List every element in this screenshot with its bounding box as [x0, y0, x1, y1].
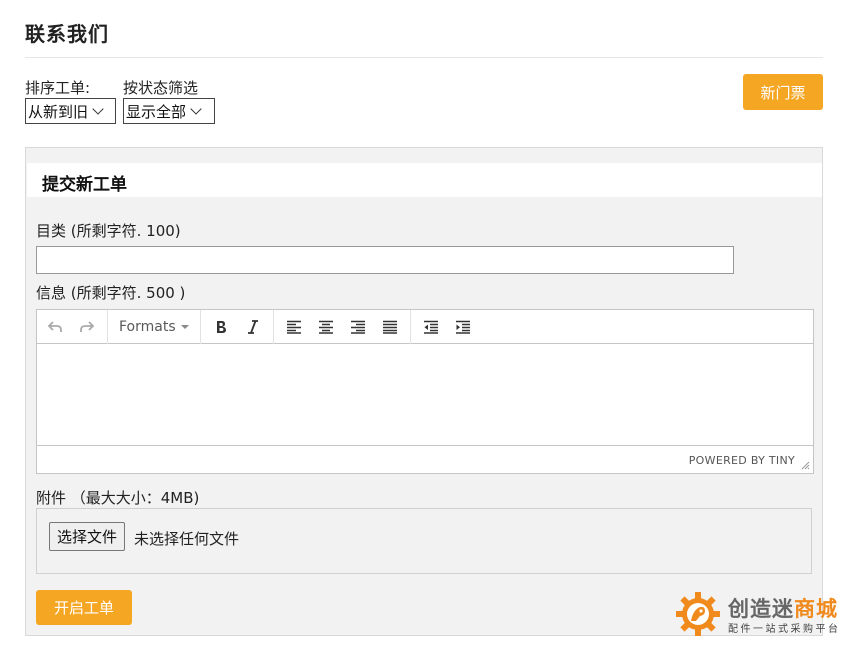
gear-logo-icon [676, 592, 720, 636]
status-select-value: 显示全部 [126, 102, 187, 121]
rich-text-editor: Formats POWERED BY TINY [36, 309, 814, 474]
align-right-icon [350, 320, 365, 334]
file-status-text: 未选择任何文件 [134, 530, 240, 548]
align-justify-button[interactable] [374, 313, 406, 341]
status-filter-label: 按状态筛选 [123, 79, 199, 97]
new-ticket-button[interactable]: 新门票 [743, 74, 823, 110]
sort-select[interactable]: 从新到旧 [25, 98, 116, 124]
align-left-button[interactable] [278, 313, 310, 341]
italic-icon [247, 319, 258, 334]
watermark-name: 创造迷商城 [728, 597, 838, 621]
italic-button[interactable] [237, 313, 269, 341]
formats-dropdown[interactable]: Formats [114, 319, 194, 335]
editor-content-area[interactable] [37, 345, 813, 445]
panel-header: 提交新工单 [27, 163, 822, 197]
align-right-button[interactable] [342, 313, 374, 341]
powered-by-tiny-link[interactable]: POWERED BY TINY [689, 454, 795, 467]
watermark-logo: 创造迷商城 配件一站式采购平台 [674, 590, 844, 640]
message-label: 信息 (所剩字符. 500 ) [36, 284, 186, 302]
formats-label: Formats [119, 318, 176, 335]
page-title: 联系我们 [25, 22, 109, 46]
bold-icon [216, 320, 226, 333]
outdent-button[interactable] [415, 313, 447, 341]
open-ticket-button[interactable]: 开启工单 [36, 590, 132, 625]
redo-icon [80, 320, 95, 332]
outdent-icon [423, 320, 438, 334]
chevron-down-icon [92, 103, 104, 115]
chevron-down-icon [190, 103, 202, 115]
editor-statusbar: POWERED BY TINY [37, 445, 813, 473]
status-filter-select[interactable]: 显示全部 [123, 98, 215, 124]
editor-toolbar: Formats [37, 309, 813, 344]
align-left-icon [286, 320, 301, 334]
resize-handle-icon[interactable] [801, 461, 810, 470]
sort-label: 排序工单: [25, 79, 91, 97]
subject-label: 目类 (所剩字符. 100) [36, 222, 181, 240]
align-center-icon [318, 320, 333, 334]
indent-button[interactable] [447, 313, 479, 341]
caret-down-icon [180, 324, 189, 329]
attachment-box: 选择文件 未选择任何文件 [36, 508, 812, 574]
sort-select-value: 从新到旧 [28, 102, 89, 121]
align-justify-icon [382, 320, 397, 334]
subject-input[interactable] [36, 246, 734, 274]
title-divider [25, 57, 823, 58]
watermark-tagline: 配件一站式采购平台 [728, 624, 841, 635]
bold-button[interactable] [205, 313, 237, 341]
choose-file-button[interactable]: 选择文件 [49, 522, 126, 551]
indent-icon [455, 320, 470, 334]
attachment-label: 附件 （最大大小：4MB) [36, 489, 200, 507]
undo-button[interactable] [39, 313, 71, 341]
undo-icon [47, 320, 62, 332]
align-center-button[interactable] [310, 313, 342, 341]
redo-button[interactable] [71, 313, 103, 341]
